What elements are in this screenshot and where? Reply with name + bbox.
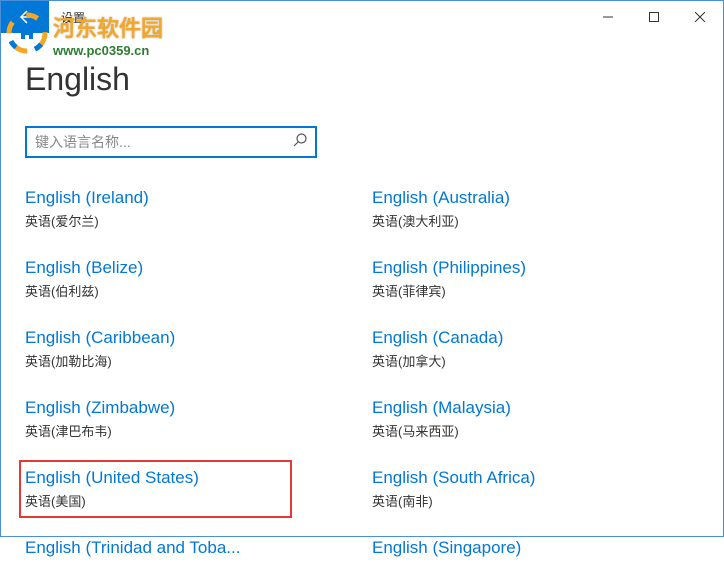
language-item[interactable]: English (Ireland) 英语(爱尔兰) [25, 186, 352, 232]
language-name: English (Malaysia) [372, 396, 699, 420]
language-name: English (Zimbabwe) [25, 396, 352, 420]
language-name: English (United States) [25, 466, 352, 490]
language-item[interactable]: English (Australia) 英语(澳大利亚) [372, 186, 699, 232]
language-name: English (Belize) [25, 256, 352, 280]
language-item[interactable]: English (Canada) 英语(加拿大) [372, 326, 699, 372]
language-native: 英语(南非) [372, 492, 699, 512]
language-native: 英语(菲律宾) [372, 282, 699, 302]
language-native: 英语(马来西亚) [372, 422, 699, 442]
language-list: English (Ireland) 英语(爱尔兰) English (Beliz… [25, 186, 699, 584]
language-native: 英语(澳大利亚) [372, 212, 699, 232]
language-native: 英语(加勒比海) [25, 352, 352, 372]
arrow-left-icon [17, 9, 33, 25]
page-title: English [25, 61, 699, 98]
search-box[interactable] [25, 126, 317, 158]
language-native: 英语(爱尔兰) [25, 212, 352, 232]
language-column-left: English (Ireland) 英语(爱尔兰) English (Beliz… [25, 186, 352, 584]
minimize-icon [603, 12, 613, 22]
language-native: 英语(伯利兹) [25, 282, 352, 302]
maximize-icon [649, 12, 659, 22]
maximize-button[interactable] [631, 1, 677, 33]
close-button[interactable] [677, 1, 723, 33]
search-icon [293, 133, 307, 152]
window-title: 设置 [61, 9, 85, 26]
language-name: English (Trinidad and Toba... [25, 536, 352, 560]
close-icon [695, 12, 705, 22]
language-native: 英语(加拿大) [372, 352, 699, 372]
language-item[interactable]: English (Singapore) [372, 536, 699, 560]
language-item[interactable]: English (Caribbean) 英语(加勒比海) [25, 326, 352, 372]
language-name: English (South Africa) [372, 466, 699, 490]
search-input[interactable] [35, 134, 293, 150]
back-button[interactable] [1, 1, 49, 33]
watermark-url: www.pc0359.cn [53, 43, 163, 58]
language-item-us[interactable]: English (United States) 英语(美国) [25, 466, 352, 512]
language-name: English (Canada) [372, 326, 699, 350]
language-item[interactable]: English (Belize) 英语(伯利兹) [25, 256, 352, 302]
window-controls [585, 1, 723, 33]
language-native: 英语(美国) [25, 492, 352, 512]
language-item[interactable]: English (Zimbabwe) 英语(津巴布韦) [25, 396, 352, 442]
language-item[interactable]: English (Trinidad and Toba... [25, 536, 352, 560]
language-item[interactable]: English (Malaysia) 英语(马来西亚) [372, 396, 699, 442]
language-name: English (Philippines) [372, 256, 699, 280]
language-item[interactable]: English (South Africa) 英语(南非) [372, 466, 699, 512]
language-name: English (Caribbean) [25, 326, 352, 350]
titlebar: 设置 [1, 1, 723, 33]
language-name: English (Singapore) [372, 536, 699, 560]
language-name: English (Ireland) [25, 186, 352, 210]
language-native: 英语(津巴布韦) [25, 422, 352, 442]
language-name: English (Australia) [372, 186, 699, 210]
content-area: English English (Ireland) 英语(爱尔兰) Englis… [1, 61, 723, 584]
language-column-right: English (Australia) 英语(澳大利亚) English (Ph… [372, 186, 699, 584]
language-item[interactable]: English (Philippines) 英语(菲律宾) [372, 256, 699, 302]
minimize-button[interactable] [585, 1, 631, 33]
